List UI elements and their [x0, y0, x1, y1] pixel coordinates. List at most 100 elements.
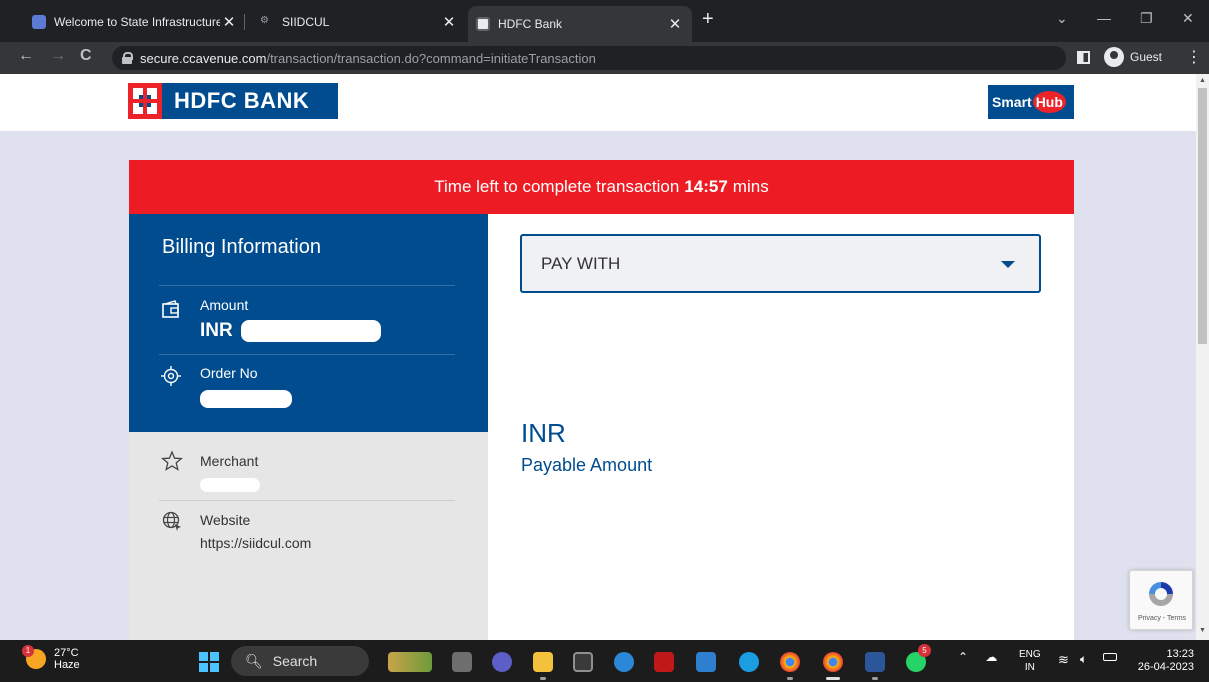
website-value: https://siidcul.com	[200, 535, 312, 551]
site-favicon-icon	[476, 17, 490, 31]
start-windows-icon[interactable]	[199, 652, 219, 672]
chevron-up-icon[interactable]: ⌃	[958, 650, 968, 664]
widgets-icon[interactable]	[388, 652, 432, 672]
reload-icon[interactable]: C	[80, 47, 92, 65]
merchant-value	[200, 478, 260, 495]
windows-taskbar: 1 27°C Haze 🔍︎ Search 5 ⌃ ☁ ENG IN ≋ 🔈︎ …	[0, 640, 1209, 682]
help-icon[interactable]	[614, 652, 634, 672]
minimize-icon[interactable]: —	[1097, 10, 1111, 26]
volume-icon[interactable]: 🔈︎	[1080, 652, 1087, 667]
timer-value: 14:57	[684, 177, 728, 196]
url-path: /transaction/transaction.do?command=init…	[266, 50, 596, 66]
smarthub-logo: Smart Hub	[988, 85, 1074, 119]
order-label: Order No	[200, 365, 258, 381]
weather-sun-icon: 1	[22, 645, 46, 669]
scroll-down-icon[interactable]: ▼	[1199, 627, 1206, 634]
recaptcha-badge[interactable]: Privacy - Terms	[1129, 570, 1193, 630]
timer-suffix: mins	[732, 177, 769, 196]
redacted-merchant	[200, 478, 260, 492]
amount-value: INR	[200, 320, 381, 342]
taskbar-search-label: Search	[272, 653, 318, 669]
clock-date: 26-04-2023	[1137, 661, 1194, 673]
mahjong-app-icon[interactable]	[696, 652, 716, 672]
bank-name: HDFC BANK	[174, 88, 310, 113]
mcafee-icon[interactable]	[654, 652, 674, 672]
tab-hdfc-bank[interactable]: HDFC Bank ✕	[468, 6, 692, 42]
tab-title: HDFC Bank	[498, 17, 563, 31]
site-favicon-icon: ⚙	[260, 15, 269, 26]
redacted-amount	[240, 320, 381, 342]
chrome-active-icon[interactable]	[823, 652, 843, 672]
avatar-icon	[1104, 47, 1124, 67]
page-header: HDFC BANK Smart Hub	[0, 74, 1196, 131]
pay-with-dropdown[interactable]: PAY WITH	[520, 234, 1041, 293]
redacted-order-number	[200, 390, 292, 408]
tab-search-icon[interactable]: ⌄	[1056, 10, 1068, 27]
order-value	[200, 390, 292, 408]
profile-label: Guest	[1130, 50, 1163, 64]
taskbar-search[interactable]: 🔍︎ Search	[231, 646, 369, 676]
payable-amount-label: Payable Amount	[521, 455, 653, 475]
restore-icon[interactable]: ❐	[1140, 10, 1153, 27]
task-view-icon[interactable]	[452, 652, 472, 672]
tab-siidcul[interactable]: ⚙ SIIDCUL ✕	[252, 8, 466, 36]
side-panel-icon[interactable]	[1077, 51, 1090, 64]
battery-icon[interactable]	[1103, 653, 1117, 661]
weather-widget[interactable]: 1 27°C Haze	[22, 645, 80, 671]
website-label: Website	[200, 512, 251, 528]
hdfc-logo[interactable]: HDFC BANK	[128, 83, 338, 119]
whatsapp-badge: 5	[918, 644, 931, 657]
clock-time: 13:23	[1166, 648, 1194, 660]
back-icon[interactable]: ←	[18, 47, 34, 65]
payment-panel: PAY WITH INR Payable Amount	[488, 214, 1074, 640]
browser-tab-bar: Welcome to State Infrastructure I ✕ ⚙ SI…	[0, 0, 1209, 42]
file-explorer-icon[interactable]	[533, 652, 553, 672]
recaptcha-privacy-terms[interactable]: Privacy - Terms	[1130, 615, 1194, 622]
language-top: ENG	[1019, 649, 1041, 660]
tab-welcome[interactable]: Welcome to State Infrastructure I ✕	[24, 8, 246, 36]
clock[interactable]: 13:23 26-04-2023	[1134, 648, 1194, 674]
microsoft-store-icon[interactable]	[573, 652, 593, 672]
pay-with-label: PAY WITH	[541, 253, 621, 273]
smarthub-hub-text: Hub	[1032, 91, 1066, 113]
timer-prefix: Time left to complete transaction	[434, 177, 680, 196]
new-tab-button[interactable]: +	[702, 8, 714, 31]
recaptcha-icon	[1149, 582, 1173, 606]
menu-icon[interactable]: ⋮	[1186, 47, 1202, 67]
tab-close-icon[interactable]: ✕	[220, 13, 238, 31]
merchant-label: Merchant	[200, 453, 259, 469]
globe-icon	[162, 511, 181, 531]
scroll-up-icon[interactable]: ▲	[1199, 77, 1206, 84]
billing-title: Billing Information	[162, 236, 321, 258]
word-icon[interactable]	[865, 652, 885, 672]
chrome-icon[interactable]	[780, 652, 800, 672]
wifi-icon[interactable]: ≋	[1058, 652, 1069, 668]
edge-icon[interactable]	[739, 652, 759, 672]
language-bottom: IN	[1024, 662, 1035, 673]
scroll-thumb[interactable]	[1198, 88, 1207, 344]
whatsapp-icon[interactable]: 5	[906, 644, 931, 672]
wallet-icon	[162, 300, 179, 318]
chevron-down-icon	[1001, 261, 1015, 268]
site-favicon-icon	[32, 15, 46, 29]
lock-icon[interactable]	[122, 52, 133, 64]
amount-currency: INR	[200, 320, 233, 341]
smarthub-text: Smart	[992, 94, 1032, 110]
profile-button[interactable]: Guest	[1104, 47, 1162, 67]
merchant-details-panel: Merchant Website https://siidcul.com	[129, 432, 488, 640]
onedrive-cloud-icon[interactable]: ☁	[985, 650, 997, 664]
tab-title: Welcome to State Infrastructure I	[54, 15, 220, 29]
weather-temperature: 27°C	[54, 647, 79, 659]
system-tray[interactable]: ⌃ ☁	[958, 650, 997, 664]
tab-close-icon[interactable]: ✕	[666, 15, 684, 33]
address-bar[interactable]: secure.ccavenue.com/transaction/transact…	[112, 46, 1066, 70]
tab-close-icon[interactable]: ✕	[440, 13, 458, 31]
teams-chat-icon[interactable]	[492, 652, 512, 672]
language-indicator[interactable]: ENG IN	[1019, 648, 1041, 674]
page-scrollbar[interactable]: ▲ ▼	[1196, 74, 1209, 640]
browser-toolbar: ← → C secure.ccavenue.com/transaction/tr…	[0, 42, 1209, 74]
forward-icon[interactable]: →	[50, 47, 66, 65]
close-window-icon[interactable]: ✕	[1182, 10, 1194, 27]
weather-description: Haze	[54, 659, 80, 671]
target-icon	[161, 366, 181, 386]
